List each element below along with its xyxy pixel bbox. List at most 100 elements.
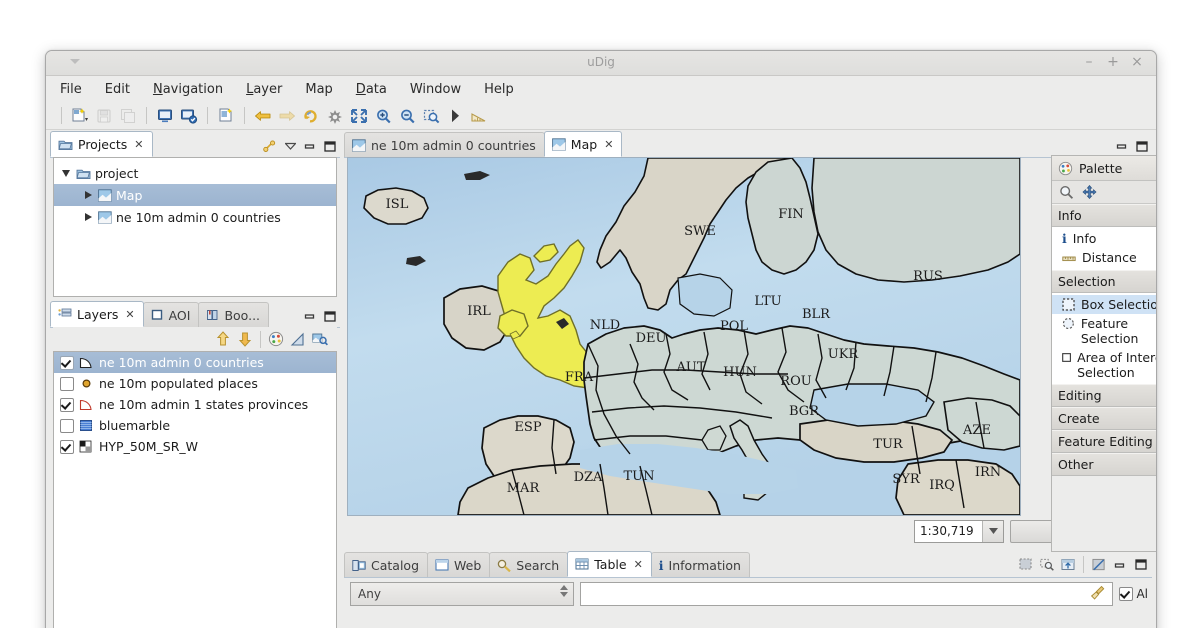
tab-layers[interactable]: Layers ✕	[50, 301, 144, 327]
tree-node-map[interactable]: Map	[54, 184, 336, 206]
palette-header[interactable]: Palette	[1052, 156, 1156, 181]
layer-row-admin0[interactable]: ne 10m admin 0 countries	[54, 352, 336, 373]
zoom-in-icon[interactable]	[372, 105, 394, 126]
palette-group-create[interactable]: Create	[1052, 407, 1156, 430]
menu-map[interactable]: Map	[305, 82, 332, 97]
broom-icon[interactable]	[1091, 585, 1106, 601]
palette-group-other[interactable]: Other	[1052, 453, 1156, 476]
editor-tab-map[interactable]: Map ✕	[543, 131, 623, 157]
export-icon[interactable]	[1061, 558, 1075, 572]
scale-combo[interactable]: 1:30,719	[914, 519, 1004, 543]
layer-visibility-checkbox[interactable]	[60, 418, 74, 433]
tab-bookmarks[interactable]: Boo...	[198, 302, 270, 327]
menu-window[interactable]: Window	[410, 82, 461, 97]
palette-group-info[interactable]: Info	[1052, 204, 1156, 227]
maximize-editor-icon[interactable]	[1135, 139, 1149, 153]
layer-row-hyp50m[interactable]: HYP_50M_SR_W	[54, 436, 336, 457]
minimize-editor-icon[interactable]	[1115, 139, 1129, 153]
layer-row-bluemarble[interactable]: bluemarble	[54, 415, 336, 436]
field-selector[interactable]: Any	[350, 582, 574, 606]
view-menu-icon[interactable]	[283, 139, 297, 153]
clear-selection-icon[interactable]	[1092, 558, 1106, 572]
zoom-extent-icon[interactable]	[348, 105, 370, 126]
zoom-to-layer-icon[interactable]	[289, 330, 307, 348]
expand-toggle-icon[interactable]	[60, 169, 72, 177]
table-search-input[interactable]	[580, 582, 1114, 606]
palette-item-aoi-selection[interactable]: Area of Interest Selection	[1052, 348, 1156, 382]
palette-group-editing[interactable]: Editing	[1052, 384, 1156, 407]
pan-tool-icon[interactable]	[1082, 185, 1097, 199]
layer-row-admin1[interactable]: ne 10m admin 1 states provinces	[54, 394, 336, 415]
close-icon[interactable]: ✕	[134, 138, 143, 151]
minimize-view-icon[interactable]	[303, 139, 317, 153]
close-icon[interactable]: ✕	[604, 138, 613, 151]
tab-search[interactable]: Search	[489, 552, 569, 577]
map-canvas[interactable]: ISL SWE FIN IRL RUS LTU BLR NLD DEU POL …	[347, 157, 1021, 516]
maximize-view-icon[interactable]	[323, 309, 337, 323]
close-button[interactable]: ×	[1130, 54, 1144, 70]
style-palette-icon[interactable]	[267, 330, 285, 348]
tab-projects[interactable]: Projects ✕	[50, 131, 153, 157]
move-up-icon[interactable]	[214, 330, 232, 348]
pan-cursor-icon[interactable]	[444, 105, 466, 126]
expand-toggle-icon[interactable]	[82, 191, 94, 199]
palette-item-info[interactable]: i Info	[1052, 229, 1156, 248]
menu-navigation[interactable]: Navigation	[153, 82, 223, 97]
chevron-down-icon[interactable]	[982, 520, 1003, 542]
project-new-icon[interactable]	[215, 105, 237, 126]
menu-layer[interactable]: Layer	[246, 82, 282, 97]
menu-help[interactable]: Help	[484, 82, 514, 97]
menu-edit[interactable]: Edit	[105, 82, 130, 97]
stop-render-icon[interactable]	[324, 105, 346, 126]
refresh-icon[interactable]	[300, 105, 322, 126]
palette-item-box-selection[interactable]: Box Selection	[1052, 295, 1156, 314]
map-status-bar: 1:30,719 WGS 84	[347, 518, 1152, 544]
layer-search-icon[interactable]	[311, 330, 329, 348]
maximize-button[interactable]: +	[1106, 54, 1120, 70]
spinner-arrows[interactable]	[560, 585, 568, 597]
layer-visibility-checkbox[interactable]	[60, 376, 74, 391]
zoom-out-icon[interactable]	[396, 105, 418, 126]
window-titlebar[interactable]: uDig – + ×	[46, 51, 1156, 76]
map-window-icon[interactable]	[154, 105, 176, 126]
all-filter-checkbox[interactable]	[1119, 587, 1134, 601]
tab-information[interactable]: i Information	[650, 552, 750, 577]
close-icon[interactable]: ✕	[125, 308, 134, 321]
tab-catalog[interactable]: Catalog	[344, 552, 429, 577]
close-icon[interactable]: ✕	[634, 558, 643, 571]
tab-web[interactable]: Web	[427, 552, 491, 577]
maximize-view-icon[interactable]	[1134, 558, 1148, 572]
editor-tab-countries[interactable]: ne 10m admin 0 countries	[344, 132, 545, 157]
layer-visibility-checkbox[interactable]	[60, 439, 74, 454]
minimize-view-icon[interactable]	[1113, 558, 1127, 572]
tree-node-project[interactable]: project	[54, 162, 336, 184]
move-down-icon[interactable]	[236, 330, 254, 348]
layer-row-populated-places[interactable]: ne 10m populated places	[54, 373, 336, 394]
maximize-view-icon[interactable]	[323, 139, 337, 153]
expand-toggle-icon[interactable]	[82, 213, 94, 221]
minimize-button[interactable]: –	[1082, 54, 1096, 70]
zoom-to-selection-icon[interactable]	[1040, 558, 1054, 572]
map-add-icon[interactable]	[178, 105, 200, 126]
palette-item-distance[interactable]: Distance	[1052, 248, 1156, 268]
zoom-selection-icon[interactable]	[420, 105, 442, 126]
palette-group-selection[interactable]: Selection	[1052, 270, 1156, 293]
new-document-icon[interactable]	[69, 105, 91, 126]
scale-value[interactable]: 1:30,719	[915, 521, 982, 542]
tree-node-countries[interactable]: ne 10m admin 0 countries	[54, 206, 336, 228]
link-with-editor-icon[interactable]	[263, 139, 277, 153]
ruler-icon[interactable]	[468, 105, 490, 126]
select-all-icon[interactable]	[1019, 558, 1033, 572]
tab-table[interactable]: Table ✕	[567, 551, 652, 577]
tab-aoi[interactable]: AOI	[142, 302, 200, 327]
all-filter-checkbox-group[interactable]: Al	[1119, 587, 1148, 601]
arrow-left-icon[interactable]	[252, 105, 274, 126]
layer-visibility-checkbox[interactable]	[60, 397, 74, 412]
menu-data[interactable]: Data	[356, 82, 387, 97]
zoom-tool-icon[interactable]	[1059, 185, 1074, 199]
minimize-view-icon[interactable]	[303, 309, 317, 323]
layer-visibility-checkbox[interactable]	[60, 355, 74, 370]
palette-group-feature-editing[interactable]: Feature Editing	[1052, 430, 1156, 453]
palette-item-feature-selection[interactable]: Feature Selection	[1052, 314, 1156, 348]
menu-file[interactable]: File	[60, 82, 82, 97]
